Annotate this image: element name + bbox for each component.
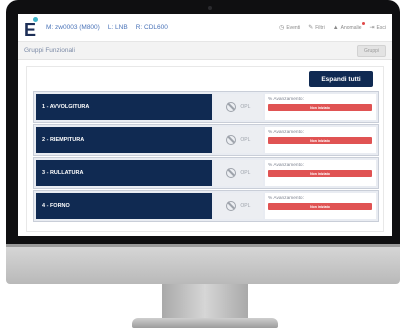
progress-label: % Avanzamento: — [268, 196, 304, 201]
webcam — [208, 6, 212, 10]
monitor-chin — [6, 244, 400, 284]
status-badge: Non iniziato — [268, 203, 372, 210]
opl-label: OPL — [240, 203, 251, 209]
line-info: L: LNB — [107, 24, 128, 31]
progress-label: % Avanzamento: — [268, 130, 304, 135]
logo-letter-icon: E — [24, 19, 37, 40]
expand-all-button[interactable]: Espandi tutti — [309, 71, 373, 87]
group-row-riempitura[interactable]: 2 - RIEMPITURA OPL % Avanzamento: Non in… — [33, 124, 379, 156]
logout-link[interactable]: ⇥ Esci — [369, 24, 386, 32]
progress-cell: % Avanzamento: Non iniziato — [265, 158, 378, 188]
progress-cell: % Avanzamento: Non iniziato — [265, 191, 378, 221]
logout-icon: ⇥ — [369, 25, 375, 31]
ban-icon — [226, 102, 237, 112]
machine-info: M: zw0003 (M800) — [46, 24, 100, 31]
group-row-avvolgitura[interactable]: 1 - AVVOLGITURA OPL % Avanzamento: Non i… — [33, 91, 379, 123]
group-name: 3 - RULLATURA — [34, 158, 212, 188]
pencil-icon: ✎ — [308, 25, 314, 31]
opl-cell[interactable]: OPL — [211, 92, 265, 122]
group-list: 1 - AVVOLGITURA OPL % Avanzamento: Non i… — [33, 91, 379, 223]
code-info: R: CDL600 — [135, 24, 168, 31]
top-bar: E M: zw0003 (M800) L: LNB R: CDL600 ◷ Ev… — [18, 14, 392, 42]
opl-cell[interactable]: OPL — [211, 158, 265, 188]
screen: E M: zw0003 (M800) L: LNB R: CDL600 ◷ Ev… — [18, 14, 392, 236]
monitor-chin-edge — [6, 244, 400, 247]
clock-icon: ◷ — [279, 25, 285, 31]
opl-label: OPL — [240, 104, 251, 110]
ban-icon — [226, 168, 237, 178]
group-name: 2 - RIEMPITURA — [34, 125, 212, 155]
filters-link[interactable]: ✎ Filtri — [308, 24, 324, 32]
progress-cell: % Avanzamento: Non iniziato — [265, 125, 378, 155]
status-badge: Non iniziato — [268, 170, 372, 177]
opl-cell[interactable]: OPL — [211, 191, 265, 221]
status-badge: Non iniziato — [268, 104, 372, 111]
group-name: 1 - AVVOLGITURA — [34, 92, 212, 122]
opl-label: OPL — [240, 170, 251, 176]
progress-cell: % Avanzamento: Non iniziato — [265, 92, 378, 122]
group-row-rullatura[interactable]: 3 - RULLATURA OPL % Avanzamento: Non ini… — [33, 157, 379, 189]
groups-button[interactable]: Gruppi — [356, 44, 386, 57]
status-badge: Non iniziato — [268, 137, 372, 144]
monitor-stand-foot — [132, 318, 278, 328]
group-row-forno[interactable]: 4 - FORNO OPL % Avanzamento: Non iniziat… — [33, 190, 379, 222]
opl-label: OPL — [240, 137, 251, 143]
opl-cell[interactable]: OPL — [211, 125, 265, 155]
events-link[interactable]: ◷ Eventi — [279, 24, 300, 32]
groups-panel: Espandi tutti 1 - AVVOLGITURA OPL % Avan… — [26, 66, 384, 232]
top-links: ◷ Eventi ✎ Filtri ▲ Anomalie ⇥ Esci — [279, 21, 386, 32]
logo-dot-icon — [33, 16, 38, 22]
page-title: Gruppi Funzionali — [24, 47, 75, 54]
ban-icon — [226, 201, 237, 211]
sub-header: Gruppi Funzionali Gruppi — [18, 42, 392, 60]
ban-icon — [226, 135, 237, 145]
group-name: 4 - FORNO — [34, 191, 212, 221]
progress-label: % Avanzamento: — [268, 163, 304, 168]
anomalies-link[interactable]: ▲ Anomalie — [332, 21, 365, 31]
monitor-stand-neck — [162, 284, 248, 322]
alert-badge — [361, 21, 365, 25]
warning-icon: ▲ — [332, 24, 339, 31]
progress-label: % Avanzamento: — [268, 97, 304, 102]
app-logo[interactable]: E — [24, 16, 40, 40]
